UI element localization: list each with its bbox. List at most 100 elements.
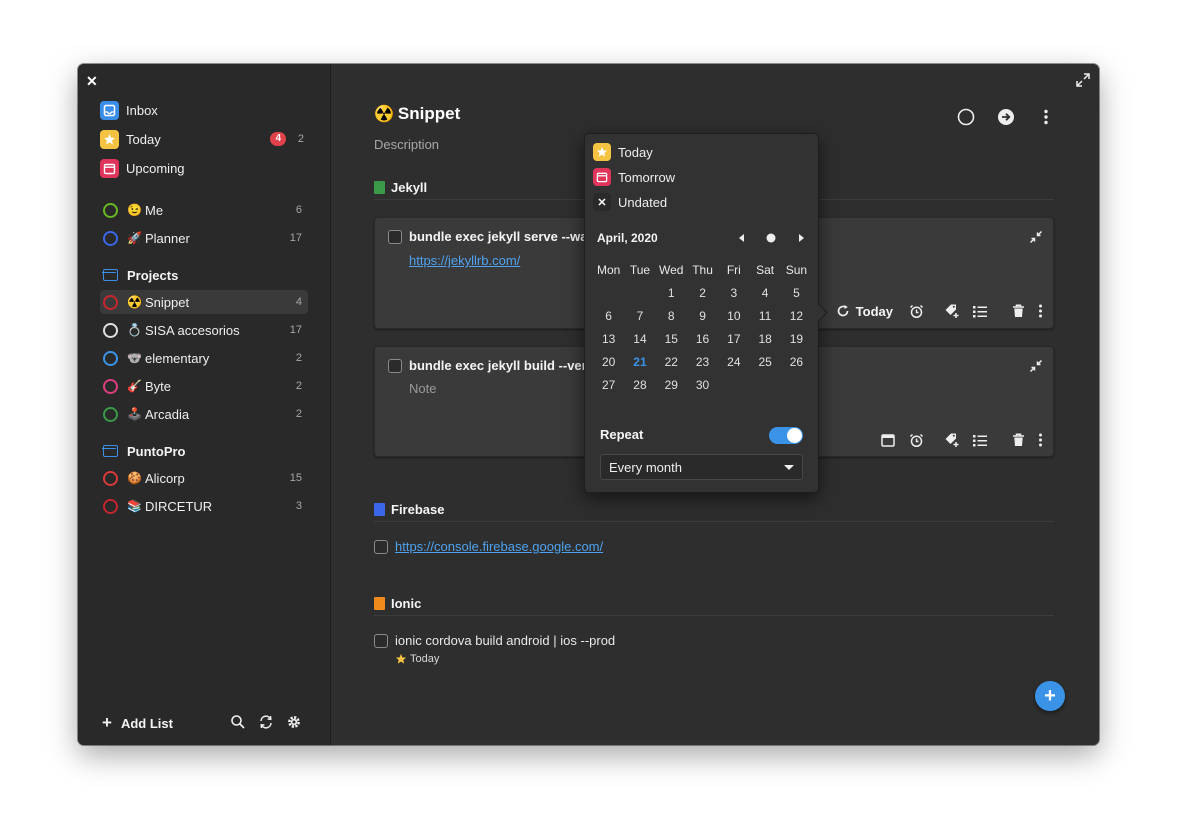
- progress-ring-icon: [103, 406, 118, 422]
- task-checkbox[interactable]: [374, 540, 388, 554]
- close-icon: ✕: [593, 193, 611, 211]
- sidebar-folder-puntopro[interactable]: PuntoPro: [100, 440, 300, 462]
- sidebar-list-alicorp[interactable]: 🍪 Alicorp 15: [100, 466, 308, 490]
- project-description[interactable]: Description: [374, 137, 439, 152]
- checklist-icon[interactable]: [971, 431, 989, 449]
- calendar-day[interactable]: 9: [687, 309, 718, 323]
- repeat-toggle[interactable]: [769, 427, 803, 444]
- task-title[interactable]: bundle exec jekyll build --ver: [409, 358, 587, 373]
- search-icon[interactable]: [230, 714, 248, 732]
- sidebar-list-arcadia[interactable]: 🕹️ Arcadia 2: [100, 402, 308, 426]
- calendar-day[interactable]: 3: [718, 286, 749, 300]
- calendar-day[interactable]: 21: [624, 355, 655, 369]
- add-label-icon[interactable]: [943, 431, 961, 449]
- calendar-day[interactable]: 30: [687, 378, 718, 392]
- calendar-day[interactable]: 19: [781, 332, 812, 346]
- sidebar-item-upcoming[interactable]: Upcoming: [100, 155, 310, 181]
- sidebar-list-byte[interactable]: 🎸 Byte 2: [100, 374, 308, 398]
- task-title[interactable]: ionic cordova build android | ios --prod: [395, 633, 615, 648]
- calendar-day[interactable]: 4: [749, 286, 780, 300]
- calendar-day[interactable]: 8: [656, 309, 687, 323]
- gear-icon[interactable]: [286, 714, 304, 732]
- trash-icon[interactable]: [1009, 431, 1027, 449]
- maximize-icon[interactable]: [1075, 72, 1091, 88]
- sidebar-list-elementary[interactable]: 🐨 elementary 2: [100, 346, 308, 370]
- project-title[interactable]: ☢️ Snippet: [374, 104, 460, 124]
- calendar-day[interactable]: 25: [749, 355, 780, 369]
- sync-icon[interactable]: [258, 714, 276, 732]
- section-firebase[interactable]: Firebase: [374, 498, 1054, 522]
- task-count: 4: [295, 296, 302, 308]
- collapse-icon[interactable]: [1029, 230, 1043, 244]
- date-option-undated[interactable]: ✕ Undated: [593, 191, 793, 213]
- more-vertical-icon[interactable]: [1035, 106, 1057, 128]
- prev-month-icon[interactable]: [736, 232, 748, 244]
- date-option-today[interactable]: Today: [593, 141, 793, 163]
- calendar-day[interactable]: 20: [593, 355, 624, 369]
- section-ionic[interactable]: Ionic: [374, 592, 1054, 616]
- sidebar-list-sisa[interactable]: 💍 SISA accesorios 17: [100, 318, 308, 342]
- task-link[interactable]: https://jekyllrb.com/: [409, 253, 520, 268]
- calendar-day[interactable]: 22: [656, 355, 687, 369]
- calendar-day[interactable]: 28: [624, 378, 655, 392]
- next-month-icon[interactable]: [795, 232, 807, 244]
- sidebar-item-today[interactable]: Today 4 2: [100, 126, 310, 152]
- calendar-day[interactable]: 12: [781, 309, 812, 323]
- calendar-icon[interactable]: [879, 431, 897, 449]
- calendar-day[interactable]: 13: [593, 332, 624, 346]
- list-emoji: 😉: [127, 203, 142, 217]
- date-option-tomorrow[interactable]: Tomorrow: [593, 166, 793, 188]
- add-task-button[interactable]: +: [1035, 681, 1065, 711]
- calendar-day[interactable]: 6: [593, 309, 624, 323]
- repeat-select[interactable]: Every month: [600, 454, 803, 480]
- due-date-button[interactable]: Today: [836, 302, 893, 320]
- list-label: Me: [145, 202, 164, 218]
- progress-circle-icon[interactable]: [955, 106, 977, 128]
- calendar-day[interactable]: 2: [687, 286, 718, 300]
- sidebar-list-planner[interactable]: 🚀 Planner 17: [100, 226, 308, 250]
- calendar-day[interactable]: 7: [624, 309, 655, 323]
- calendar-day[interactable]: 1: [656, 286, 687, 300]
- alarm-icon[interactable]: [907, 431, 925, 449]
- sidebar-folder-projects[interactable]: Projects: [100, 264, 300, 286]
- calendar-day[interactable]: 29: [656, 378, 687, 392]
- calendar-day[interactable]: 14: [624, 332, 655, 346]
- sidebar-item-label: Today: [126, 131, 161, 147]
- calendar-day[interactable]: 10: [718, 309, 749, 323]
- task-due-date[interactable]: Today: [395, 653, 439, 665]
- collapse-icon[interactable]: [1029, 359, 1043, 373]
- calendar-day[interactable]: 24: [718, 355, 749, 369]
- alarm-icon[interactable]: [907, 302, 925, 320]
- checklist-icon[interactable]: [971, 302, 989, 320]
- sidebar-list-me[interactable]: 😉 Me 6: [100, 198, 308, 222]
- calendar-day[interactable]: 23: [687, 355, 718, 369]
- sidebar-list-snippet[interactable]: ☢️ Snippet 4: [100, 290, 308, 314]
- add-label-icon[interactable]: [943, 302, 961, 320]
- trash-icon[interactable]: [1009, 302, 1027, 320]
- task-checkbox[interactable]: [388, 359, 402, 373]
- calendar-day[interactable]: 18: [749, 332, 780, 346]
- task-title[interactable]: bundle exec jekyll serve --wat: [409, 229, 592, 244]
- project-title-text: Snippet: [397, 104, 461, 123]
- sidebar-item-inbox[interactable]: Inbox: [100, 97, 310, 123]
- task-link[interactable]: https://console.firebase.google.com/: [395, 539, 603, 554]
- more-vertical-icon[interactable]: [1037, 431, 1043, 449]
- add-list-button[interactable]: + Add List: [102, 713, 173, 733]
- current-month-dot-icon[interactable]: [765, 232, 777, 244]
- sidebar-list-dircetur[interactable]: 📚 DIRCETUR 3: [100, 494, 308, 518]
- calendar-day[interactable]: 15: [656, 332, 687, 346]
- calendar-day[interactable]: 17: [718, 332, 749, 346]
- task-checkbox[interactable]: [388, 230, 402, 244]
- calendar-day[interactable]: 16: [687, 332, 718, 346]
- calendar-day[interactable]: 11: [749, 309, 780, 323]
- task-checkbox[interactable]: [374, 634, 388, 648]
- repeat-select-value: Every month: [609, 459, 682, 475]
- calendar-day[interactable]: 26: [781, 355, 812, 369]
- calendar-day[interactable]: 27: [593, 378, 624, 392]
- task-note[interactable]: Note: [409, 381, 436, 396]
- close-icon[interactable]: ✕: [86, 73, 98, 90]
- calendar-day[interactable]: 5: [781, 286, 812, 300]
- arrow-right-circle-icon[interactable]: [995, 106, 1017, 128]
- calendar-grid: Mon Tue Wed Thu Fri Sat Sun 1 2 3 4 5 6 7 8 9 10 11 12 13 14…: [593, 258, 813, 396]
- more-vertical-icon[interactable]: [1037, 302, 1043, 320]
